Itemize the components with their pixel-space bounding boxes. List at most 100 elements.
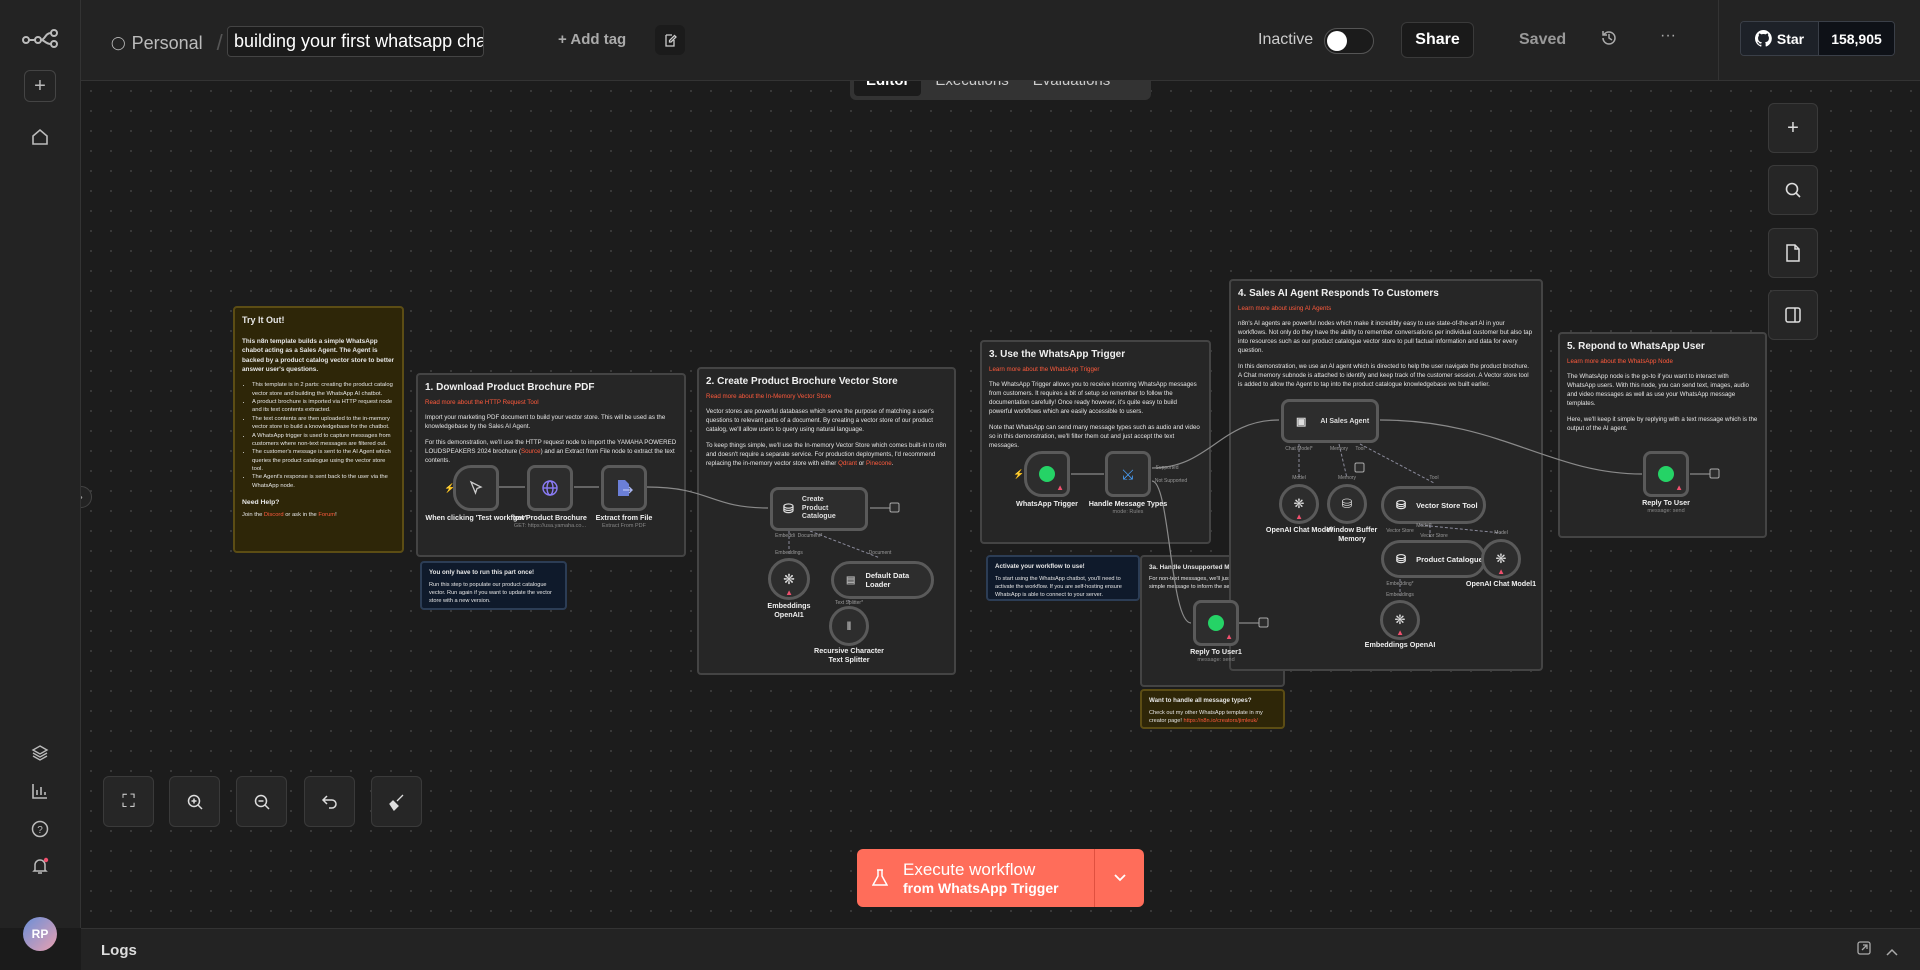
version-history-icon[interactable] [1600,29,1618,52]
openai-icon: ❋ [1394,612,1406,627]
node-label: Reply To User [1642,498,1690,507]
whatsapp-icon [1039,466,1055,482]
add-tool-handle[interactable] [1354,462,1365,473]
port-label: Memory [1337,475,1357,481]
node-openai-chat-model1[interactable]: ❋ ▲ [1481,539,1521,579]
add-node-handle[interactable] [889,502,900,513]
chevron-down-icon [1113,874,1126,882]
chevron-up-icon[interactable] [1886,943,1898,961]
execute-workflow-button[interactable]: Execute workflow from WhatsApp Trigger [857,849,1144,907]
globe-icon [542,480,558,496]
switch-signpost-icon: ⤩ [1122,465,1134,482]
document-icon: ▤ [846,574,856,586]
logs-panel-bar[interactable]: Logs [81,928,1920,970]
node-http-request[interactable] [527,465,573,511]
github-star-button[interactable]: Star 158,905 [1740,21,1895,56]
port-label: Model [1494,530,1508,536]
sticky-note-icon [1786,244,1800,262]
port-label: Embeddings [1386,592,1414,598]
add-node-handle[interactable] [1709,468,1720,479]
home-icon[interactable] [24,121,56,153]
node-manual-trigger[interactable] [453,465,499,511]
execute-label: Execute workflow [903,860,1036,879]
port-label: Embedding* [1386,581,1414,587]
active-toggle[interactable] [1324,28,1374,54]
database-icon: ⛁ [1396,498,1407,512]
execute-options-dropdown[interactable] [1094,849,1144,907]
undo-button[interactable] [304,776,355,827]
connection [1151,419,1280,469]
node-product-catalogue[interactable]: ⛁ Product Catalogue [1381,540,1486,578]
openai-icon: ❋ [783,570,795,587]
node-reply-to-user1[interactable]: ▲ [1193,600,1239,646]
node-reply-to-user[interactable]: ▲ [1643,451,1689,497]
panel-icon [1785,307,1801,323]
node-embeddings-openai1[interactable]: ❋ ▲ [768,558,810,600]
node-label: WhatsApp Trigger [1016,499,1078,508]
port-label: Model [1292,475,1306,481]
port-label: Chat Model* [1285,446,1313,452]
add-node-button[interactable]: + [1768,103,1818,153]
splitter-icon: ‖ [846,619,852,633]
add-sticky-note-button[interactable] [1768,228,1818,278]
tidy-up-button[interactable] [371,776,422,827]
workflow-canvas[interactable]: Try It Out! This n8n template builds a s… [81,81,1920,928]
openai-icon: ❋ [1293,496,1305,511]
node-window-buffer-memory[interactable]: ⛁ [1327,484,1367,524]
node-label: Embeddings OpenAI1 [767,601,811,619]
database-icon: ⛁ [783,501,794,517]
node-label: AI Sales Agent [1320,417,1370,425]
output-label: Supported [1155,465,1179,471]
node-extract-from-file[interactable] [601,465,647,511]
node-label: Window Buffer Memory [1326,525,1378,543]
search-nodes-button[interactable] [1768,165,1818,215]
node-label: Reply To User1 [1190,647,1242,656]
node-subtitle: message: send [1197,657,1235,663]
openai-icon: ❋ [1495,551,1507,566]
fit-view-button[interactable]: ⛶ [103,776,154,827]
user-avatar[interactable]: RP [23,917,57,951]
port-label: Tool [1355,446,1365,452]
pop-out-icon[interactable] [1857,941,1871,960]
database-icon: ⛁ [1341,496,1353,511]
zoom-out-button[interactable] [236,776,287,827]
saved-status: Saved [1519,31,1567,48]
node-text-splitter[interactable]: ‖ [829,606,869,646]
workflow-name-input[interactable]: building your first whatsapp chatbot [227,26,484,57]
warning-icon: ▲ [1295,512,1303,521]
node-ai-sales-agent[interactable]: ▣ AI Sales Agent [1281,399,1379,443]
more-options-button[interactable]: ··· [1660,27,1676,45]
port-label: Memory [1329,446,1349,452]
warning-icon: ▲ [785,588,793,597]
edit-note-icon [665,34,677,47]
help-icon[interactable]: ? [24,813,56,845]
templates-icon[interactable] [24,737,56,769]
zoom-in-button[interactable] [169,776,220,827]
node-handle-message-types[interactable]: ⤩ [1105,451,1151,497]
node-vector-store-tool[interactable]: ⛁ Vector Store Tool [1381,486,1486,524]
node-default-data-loader[interactable]: ▤ Default Data Loader [831,561,934,599]
project-breadcrumb[interactable]: ◯ Personal / [111,30,223,56]
warning-icon: ▲ [1396,628,1404,637]
svg-text:?: ? [37,825,43,836]
add-tag-button[interactable]: + Add tag [558,31,626,48]
add-icon[interactable]: + [24,70,56,102]
toggle-panel-button[interactable] [1768,290,1818,340]
tab-executions[interactable]: Executions [925,81,1018,96]
node-whatsapp-trigger[interactable]: ▲ [1024,451,1070,497]
tab-editor[interactable]: Editor [854,81,922,96]
insights-icon[interactable] [24,775,56,807]
share-button[interactable]: Share [1401,22,1474,58]
node-embeddings-openai[interactable]: ❋ ▲ [1380,600,1420,640]
add-node-handle[interactable] [1258,617,1269,628]
n8n-logo-icon[interactable] [20,22,60,54]
node-label: Extract from File [595,513,653,522]
node-create-product-catalogue[interactable]: ⛁ Create Product Catalogue [770,487,868,531]
top-header: ◯ Personal / building your first whatsap… [81,0,1920,81]
notifications-bell-icon[interactable] [24,850,56,882]
tab-evaluations[interactable]: Evaluations [1023,81,1121,96]
edit-description-button[interactable] [655,25,685,55]
node-openai-chat-model[interactable]: ❋ ▲ [1279,484,1319,524]
trigger-bolt-icon: ⚡ [1013,469,1025,479]
whatsapp-icon [1208,615,1224,631]
